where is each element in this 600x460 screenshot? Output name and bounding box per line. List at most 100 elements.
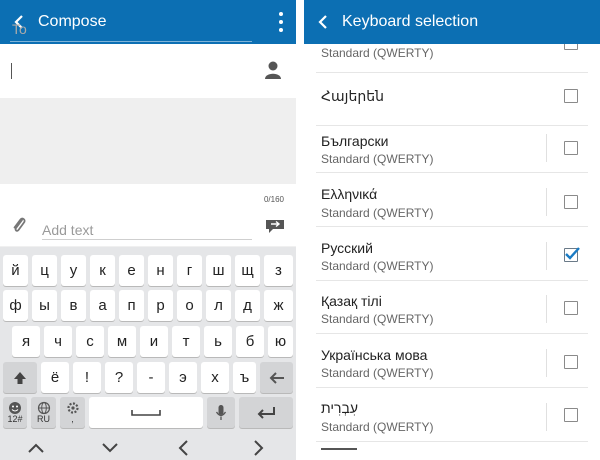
key[interactable]: ш bbox=[206, 255, 231, 286]
divider bbox=[546, 188, 547, 216]
contact-icon[interactable] bbox=[264, 60, 282, 80]
emoji-key-label: 12# bbox=[7, 414, 23, 424]
key[interactable]: - bbox=[137, 362, 165, 393]
key[interactable]: к bbox=[90, 255, 115, 286]
keyboard-checkbox-checked[interactable] bbox=[564, 247, 580, 262]
keyboard-layout-label: Standard (QWERTY) bbox=[321, 366, 434, 380]
key[interactable]: с bbox=[76, 326, 104, 357]
chevron-left-icon[interactable] bbox=[174, 440, 194, 456]
keyboard-layout-label: Standard (QWERTY) bbox=[321, 152, 434, 166]
keyboard-layout-label: Standard (QWERTY) bbox=[321, 206, 434, 220]
character-counter: 0/160 bbox=[263, 195, 284, 204]
key[interactable]: о bbox=[177, 290, 202, 321]
keyboard-list-item[interactable]: עִבְרִית Standard (QWERTY) bbox=[316, 389, 588, 442]
message-text-input[interactable] bbox=[42, 220, 252, 240]
overflow-menu-icon[interactable] bbox=[278, 12, 284, 32]
keyboard-layout-label: Standard (QWERTY) bbox=[321, 312, 434, 326]
key[interactable]: у bbox=[61, 255, 86, 286]
key[interactable]: ц bbox=[32, 255, 57, 286]
key[interactable]: ъ bbox=[233, 362, 256, 393]
compose-screen: Compose 0/160 й ц у к е н г ш щ з ф ы в … bbox=[0, 0, 296, 460]
key[interactable]: й bbox=[3, 255, 28, 286]
attachment-icon[interactable] bbox=[10, 215, 28, 235]
key[interactable]: я bbox=[12, 326, 40, 357]
key[interactable]: г bbox=[177, 255, 202, 286]
key[interactable]: ж bbox=[264, 290, 293, 321]
globe-icon bbox=[37, 401, 50, 415]
key[interactable]: ы bbox=[32, 290, 57, 321]
chevron-right-icon[interactable] bbox=[248, 440, 268, 456]
divider bbox=[546, 349, 547, 377]
key[interactable]: ё bbox=[41, 362, 69, 393]
keyboard-checkbox[interactable] bbox=[564, 301, 578, 315]
text-caret bbox=[11, 63, 12, 79]
key[interactable]: е bbox=[119, 255, 144, 286]
key[interactable]: б bbox=[236, 326, 264, 357]
keyboard-list-item[interactable]: Русский Standard (QWERTY) bbox=[316, 228, 588, 281]
microphone-icon bbox=[215, 404, 227, 420]
keyboard-list-item[interactable]: Українська мова Standard (QWERTY) bbox=[316, 335, 588, 388]
space-key[interactable] bbox=[89, 397, 203, 428]
key[interactable]: и bbox=[140, 326, 168, 357]
on-screen-keyboard: й ц у к е н г ш щ з ф ы в а п р о л д ж … bbox=[0, 247, 296, 460]
key[interactable]: р bbox=[148, 290, 173, 321]
shift-key[interactable] bbox=[3, 362, 37, 393]
key[interactable]: э bbox=[169, 362, 197, 393]
voice-input-key[interactable] bbox=[207, 397, 235, 428]
keyboard-language-name: Русский bbox=[321, 240, 373, 256]
keyboard-list-item[interactable]: Ελληνικά Standard (QWERTY) bbox=[316, 174, 588, 227]
chevron-down-icon[interactable] bbox=[100, 440, 120, 456]
keyboard-checkbox[interactable] bbox=[564, 89, 578, 103]
key[interactable]: ! bbox=[73, 362, 101, 393]
key[interactable]: а bbox=[90, 290, 115, 321]
keyboard-list-item[interactable]: Български Standard (QWERTY) bbox=[316, 120, 588, 173]
key[interactable]: д bbox=[235, 290, 260, 321]
key[interactable]: щ bbox=[235, 255, 260, 286]
keyboard-language-name: Български bbox=[321, 133, 389, 149]
key[interactable]: м bbox=[108, 326, 136, 357]
enter-key[interactable] bbox=[239, 397, 293, 428]
key[interactable]: ю bbox=[268, 326, 293, 357]
to-input[interactable] bbox=[10, 16, 252, 42]
recipient-row bbox=[0, 44, 296, 98]
keyboard-checkbox[interactable] bbox=[564, 408, 578, 422]
key[interactable]: ь bbox=[204, 326, 232, 357]
key[interactable]: ч bbox=[44, 326, 72, 357]
keyboard-checkbox[interactable] bbox=[564, 195, 578, 209]
keyboard-layout-label: Standard (QWERTY) bbox=[321, 259, 434, 273]
backspace-icon bbox=[269, 371, 284, 384]
key[interactable]: т bbox=[172, 326, 200, 357]
key[interactable]: ? bbox=[105, 362, 133, 393]
keyboard-list-item-partial[interactable] bbox=[316, 442, 588, 460]
key[interactable]: п bbox=[119, 290, 144, 321]
key[interactable]: в bbox=[61, 290, 86, 321]
settings-key[interactable]: , bbox=[60, 397, 85, 428]
keyboard-selection-screen: Keyboard selection Standard (QWERTY) Key… bbox=[304, 0, 600, 460]
emoji-icon bbox=[9, 402, 21, 414]
divider bbox=[546, 403, 547, 431]
keyboard-checkbox[interactable] bbox=[564, 355, 578, 369]
key[interactable]: з bbox=[264, 255, 293, 286]
keyboard-checkbox[interactable] bbox=[564, 141, 578, 155]
key[interactable]: н bbox=[148, 255, 173, 286]
keyboard-language-name: Հայերեն bbox=[321, 88, 384, 104]
key[interactable]: х bbox=[201, 362, 229, 393]
keyboard-list-item[interactable]: Қазақ тілі Standard (QWERTY) bbox=[316, 281, 588, 334]
divider bbox=[546, 242, 547, 270]
enter-icon bbox=[257, 406, 275, 419]
divider bbox=[546, 295, 547, 323]
shift-icon bbox=[14, 371, 26, 384]
key[interactable]: л bbox=[206, 290, 231, 321]
backspace-key[interactable] bbox=[260, 362, 293, 393]
space-icon bbox=[131, 409, 161, 416]
keyboard-language-name: עִבְרִית bbox=[321, 400, 359, 416]
page-title: Keyboard selection bbox=[342, 13, 479, 30]
chevron-up-icon[interactable] bbox=[26, 440, 46, 456]
key[interactable]: ф bbox=[3, 290, 28, 321]
back-icon[interactable] bbox=[304, 0, 342, 44]
send-icon[interactable] bbox=[264, 218, 286, 234]
keyboard-list-item[interactable]: Հայերեն bbox=[316, 73, 588, 126]
emoji-key[interactable]: 12# bbox=[3, 397, 27, 428]
language-key[interactable]: RU bbox=[31, 397, 56, 428]
keyboard-language-name: Українська мова bbox=[321, 347, 428, 363]
